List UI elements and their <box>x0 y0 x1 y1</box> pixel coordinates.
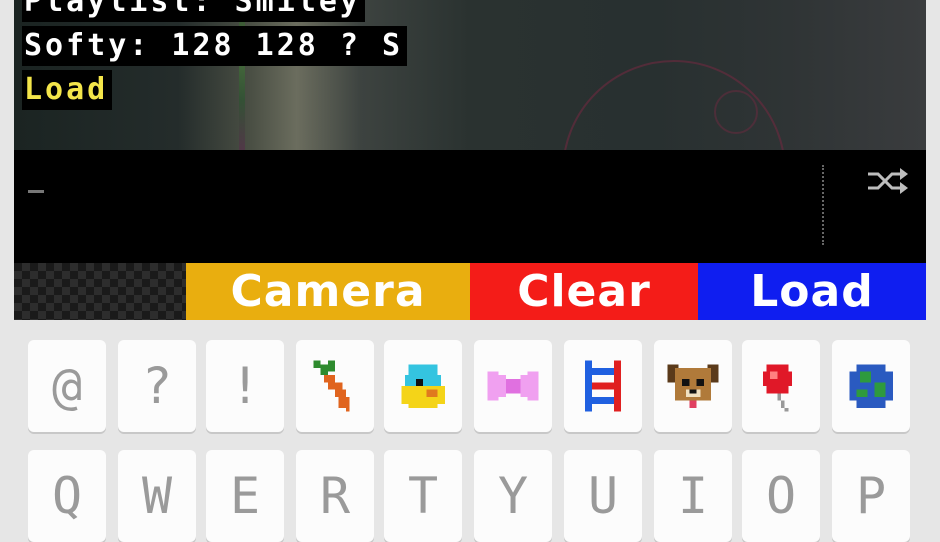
transparency-swatch[interactable] <box>14 263 186 320</box>
dna-icon <box>584 360 622 412</box>
text-cursor <box>28 190 44 193</box>
globe-icon <box>849 364 893 408</box>
balloon-icon <box>762 364 792 412</box>
bow-icon <box>487 371 539 401</box>
key-exclamation[interactable]: ! <box>206 340 284 432</box>
key-p[interactable]: P <box>832 450 910 542</box>
key-r[interactable]: R <box>296 450 374 542</box>
keyboard: @ ? ! Q W E R T Y U I O P <box>14 320 926 542</box>
key-i[interactable]: I <box>654 450 732 542</box>
playlist-label: Playlist: Smiley <box>22 0 365 22</box>
clear-button[interactable]: Clear <box>470 263 698 320</box>
key-q[interactable]: Q <box>28 450 106 542</box>
key-balloon[interactable] <box>742 340 820 432</box>
key-bird[interactable] <box>384 340 462 432</box>
key-o[interactable]: O <box>742 450 820 542</box>
key-dna[interactable] <box>564 340 642 432</box>
key-question[interactable]: ? <box>118 340 196 432</box>
load-button[interactable]: Load <box>698 263 926 320</box>
key-t[interactable]: T <box>384 450 462 542</box>
carrot-icon <box>313 360 350 412</box>
camera-button[interactable]: Camera <box>186 263 470 320</box>
key-at[interactable]: @ <box>28 340 106 432</box>
vertical-divider <box>822 165 824 245</box>
key-w[interactable]: W <box>118 450 196 542</box>
camera-artifact <box>239 0 245 150</box>
key-carrot[interactable] <box>296 340 374 432</box>
camera-viewfinder[interactable] <box>14 0 926 150</box>
dog-icon <box>667 364 719 408</box>
key-y[interactable]: Y <box>474 450 552 542</box>
bird-icon <box>401 364 445 408</box>
softy-status: Softy: 128 128 ? S <box>22 26 408 66</box>
shuffle-icon[interactable] <box>866 166 910 196</box>
key-dog[interactable] <box>654 340 732 432</box>
text-input-area[interactable] <box>14 150 926 263</box>
focus-dot <box>714 90 758 134</box>
key-u[interactable]: U <box>564 450 642 542</box>
key-bow[interactable] <box>474 340 552 432</box>
load-status: Load <box>22 70 113 110</box>
key-e[interactable]: E <box>206 450 284 542</box>
key-globe[interactable] <box>832 340 910 432</box>
